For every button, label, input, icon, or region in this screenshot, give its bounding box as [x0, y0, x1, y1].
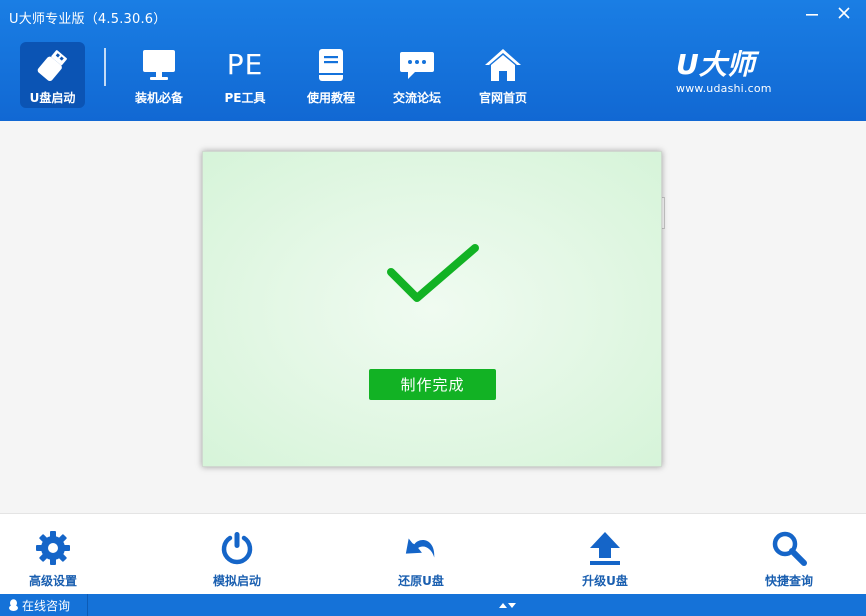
advanced-settings-button[interactable]: 高级设置: [13, 530, 93, 588]
gear-icon: [35, 530, 71, 566]
tool-label: 模拟启动: [212, 574, 261, 588]
undo-arrow-icon: [403, 530, 439, 566]
minimize-button[interactable]: [800, 4, 824, 22]
online-consult-button[interactable]: 在线咨询: [0, 594, 88, 616]
pe-icon: PE: [226, 48, 264, 81]
nav-divider: [104, 48, 106, 86]
monitor-icon: [139, 46, 179, 84]
penguin-icon: [9, 599, 18, 611]
restore-usb-button[interactable]: 还原U盘: [381, 530, 461, 588]
nav-label: PE工具: [224, 91, 266, 105]
power-icon: [219, 530, 255, 566]
nav-label: 官网首页: [478, 91, 527, 105]
upload-icon: [587, 530, 623, 566]
close-button[interactable]: [832, 4, 856, 22]
tool-label: 升级U盘: [582, 574, 628, 588]
book-icon: [311, 46, 351, 84]
brand: U大师 www.udashi.com: [676, 50, 786, 100]
bottom-toolbar: 高级设置 模拟启动 还原U盘 升级U盘 快捷查询: [0, 513, 866, 593]
brand-url: www.udashi.com: [676, 82, 772, 95]
chat-bubble-icon: [397, 46, 437, 84]
quick-search-button[interactable]: 快捷查询: [749, 530, 829, 588]
magnifier-icon: [771, 530, 807, 566]
completion-dialog: 制作完成: [202, 151, 662, 467]
nav-homepage[interactable]: 官网首页: [461, 42, 545, 108]
brand-logo: U大师: [676, 48, 755, 81]
nav-install-essentials[interactable]: 装机必备: [117, 42, 201, 108]
close-icon: [838, 7, 850, 19]
tool-label: 快捷查询: [764, 574, 813, 588]
nav-forum[interactable]: 交流论坛: [375, 42, 459, 108]
simulate-boot-button[interactable]: 模拟启动: [197, 530, 277, 588]
nav-tutorials[interactable]: 使用教程: [289, 42, 373, 108]
nav-pe-tools[interactable]: PE PE工具: [203, 42, 287, 108]
nav-label: 交流论坛: [392, 91, 441, 105]
upgrade-usb-button[interactable]: 升级U盘: [565, 530, 645, 588]
status-bar: 在线咨询: [0, 594, 866, 616]
nav-label: U盘启动: [29, 91, 76, 105]
nav-label: 使用教程: [306, 91, 355, 105]
usb-drive-icon: [33, 46, 73, 84]
consult-label: 在线咨询: [22, 598, 71, 613]
minimize-icon: [806, 14, 818, 16]
finish-button[interactable]: 制作完成: [369, 369, 496, 400]
nav-label: 装机必备: [134, 91, 183, 105]
tool-label: 高级设置: [28, 574, 77, 588]
tool-label: 还原U盘: [398, 574, 444, 588]
window-title: U大师专业版（4.5.30.6）: [9, 12, 167, 27]
header-bar: U大师专业版（4.5.30.6） U盘启动 装机必备 PE PE工具 使用教程 …: [0, 0, 866, 121]
nav-usb-boot[interactable]: U盘启动: [20, 42, 85, 108]
checkmark-icon: [387, 244, 479, 302]
home-icon: [483, 46, 523, 84]
up-down-arrows-icon[interactable]: [497, 599, 517, 611]
